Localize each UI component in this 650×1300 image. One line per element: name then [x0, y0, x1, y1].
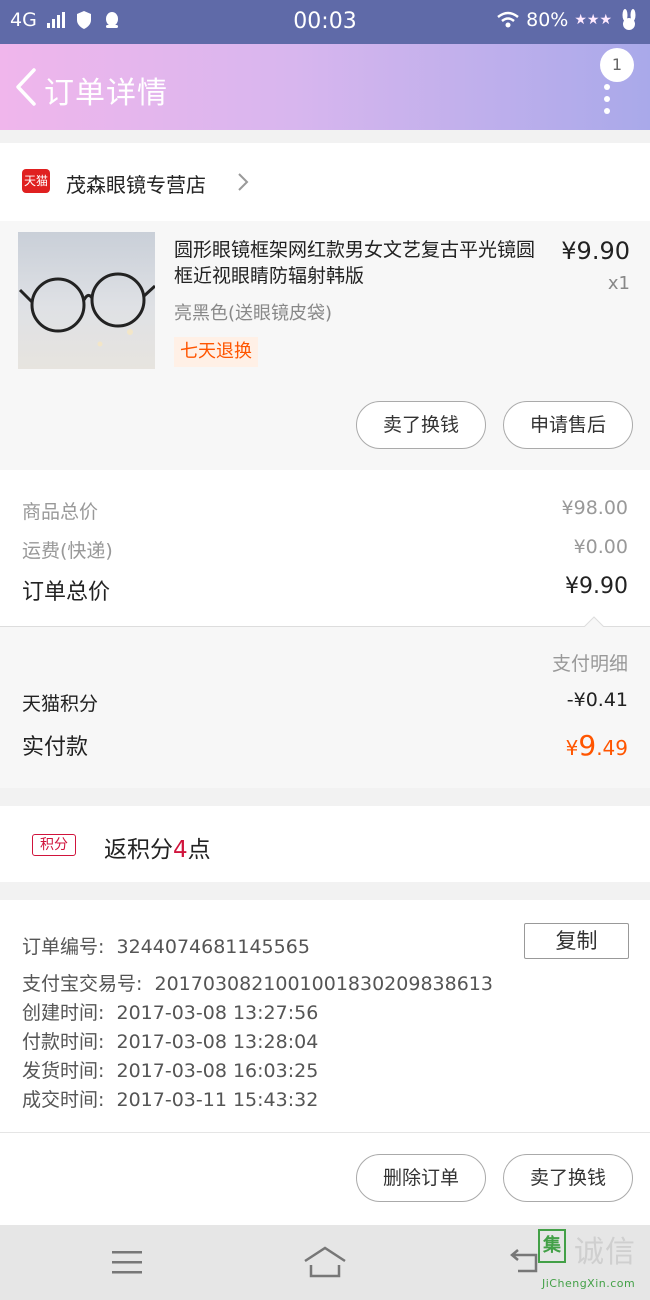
watermark-text: 诚信	[574, 1235, 636, 1270]
footer-actions: 删除订单 卖了换钱	[0, 1133, 650, 1225]
shipped-time: 2017-03-08 16:03:25	[116, 1060, 319, 1082]
paid-time-label: 付款时间:	[22, 1031, 105, 1053]
footer-sell-for-cash-button[interactable]: 卖了换钱	[503, 1154, 633, 1202]
chevron-right-icon	[238, 173, 249, 191]
completed-time: 2017-03-11 15:43:32	[116, 1089, 319, 1111]
points-reward: 积分 返积分4点	[0, 806, 650, 882]
shop-header[interactable]: 天猫 茂森眼镜专营店	[0, 143, 650, 221]
created-time-label: 创建时间:	[22, 1002, 105, 1024]
home-icon[interactable]	[302, 1245, 348, 1279]
points-badge: 积分	[32, 834, 76, 856]
page-title: 订单详情	[44, 76, 168, 111]
amount-paid-label: 实付款	[22, 735, 89, 760]
product-image[interactable]	[18, 232, 155, 369]
more-icon[interactable]	[604, 84, 610, 120]
notification-badge[interactable]: 1	[600, 48, 634, 82]
payment-details-label: 支付明细	[551, 653, 628, 675]
back-icon[interactable]	[12, 66, 42, 108]
watermark-url: JiChengXin.com	[542, 1277, 636, 1290]
rabbit-icon	[622, 9, 636, 30]
paid-time: 2017-03-08 13:28:04	[116, 1031, 319, 1053]
created-time: 2017-03-08 13:27:56	[116, 1002, 319, 1024]
goods-total-value: ¥98.00	[561, 497, 628, 519]
tmall-points-value: -¥0.41	[566, 689, 628, 711]
product-quantity: x1	[607, 273, 630, 294]
amount-paid-value: ¥9.49	[566, 729, 628, 762]
delete-order-button[interactable]: 删除订单	[356, 1154, 486, 1202]
decoration-stars-icon: ★★★	[574, 12, 612, 28]
copy-button[interactable]: 复制	[524, 923, 629, 959]
product-item[interactable]: 圆形眼镜框架网红款男女文艺复古平光镜圆框近视眼睛防辐射韩版 ¥9.90 x1 亮…	[0, 221, 650, 470]
battery-level: 80%	[526, 9, 569, 31]
completed-time-label: 成交时间:	[22, 1089, 105, 1111]
shipped-time-row: 发货时间: 2017-03-08 16:03:25	[22, 1056, 318, 1083]
title-bar: 订单详情 1	[0, 44, 650, 130]
order-total-label: 订单总价	[22, 580, 111, 605]
order-number: 3244074681145565	[116, 936, 310, 958]
goods-total-label: 商品总价	[22, 501, 99, 523]
product-title[interactable]: 圆形眼镜框架网红款男女文艺复古平光镜圆框近视眼睛防辐射韩版	[174, 237, 546, 289]
points-reward-text: 返积分4点	[104, 830, 211, 864]
order-number-row: 订单编号: 3244074681145565	[22, 932, 310, 959]
tmall-icon: 天猫	[22, 169, 50, 193]
request-after-sale-button[interactable]: 申请售后	[503, 401, 633, 449]
created-time-row: 创建时间: 2017-03-08 13:27:56	[22, 998, 318, 1025]
shipping-value: ¥0.00	[573, 536, 628, 558]
caret-up-icon	[584, 616, 604, 627]
amount-paid-currency: ¥	[565, 736, 579, 760]
shipped-time-label: 发货时间:	[22, 1060, 105, 1082]
wifi-icon	[497, 11, 519, 28]
status-right: 80% ★★★	[496, 9, 640, 31]
product-sku: 亮黑色(送眼镜皮袋)	[174, 303, 333, 324]
amount-paid-decimal: .49	[596, 736, 628, 760]
order-number-label: 订单编号:	[22, 936, 105, 958]
tmall-points-label: 天猫积分	[22, 693, 99, 715]
points-suffix: 点	[187, 837, 211, 863]
sell-for-cash-button[interactable]: 卖了换钱	[356, 401, 486, 449]
service-tag: 七天退换	[174, 337, 258, 367]
product-price: ¥9.90	[561, 237, 630, 265]
alipay-number: 2017030821001001830209838613	[154, 973, 493, 995]
order-total-value: ¥9.90	[565, 574, 628, 599]
watermark-box: 集	[538, 1229, 566, 1263]
watermark-logo: 集 诚信 JiChengXin.com	[534, 1223, 650, 1300]
shop-name[interactable]: 茂森眼镜专营店	[66, 169, 206, 198]
points-number: 4	[173, 837, 188, 863]
completed-time-row: 成交时间: 2017-03-11 15:43:32	[22, 1085, 318, 1112]
order-info: 订单编号: 3244074681145565 复制 支付宝交易号: 201703…	[0, 900, 650, 1133]
menu-icon[interactable]	[112, 1249, 142, 1275]
amount-paid-integer: 9	[578, 729, 597, 762]
payment-details: 支付明细 天猫积分 -¥0.41 实付款 ¥9.49	[0, 616, 650, 788]
points-prefix: 返积分	[104, 837, 173, 863]
alipay-number-row: 支付宝交易号: 2017030821001001830209838613	[22, 969, 493, 996]
paid-time-row: 付款时间: 2017-03-08 13:28:04	[22, 1027, 318, 1054]
price-summary: 商品总价 ¥98.00 运费(快递) ¥0.00 订单总价 ¥9.90	[0, 470, 650, 626]
glasses-image	[18, 272, 155, 347]
shipping-label: 运费(快递)	[22, 540, 113, 562]
alipay-number-label: 支付宝交易号:	[22, 973, 143, 995]
status-bar: 4G 00:03 80% ★★★	[0, 0, 650, 44]
